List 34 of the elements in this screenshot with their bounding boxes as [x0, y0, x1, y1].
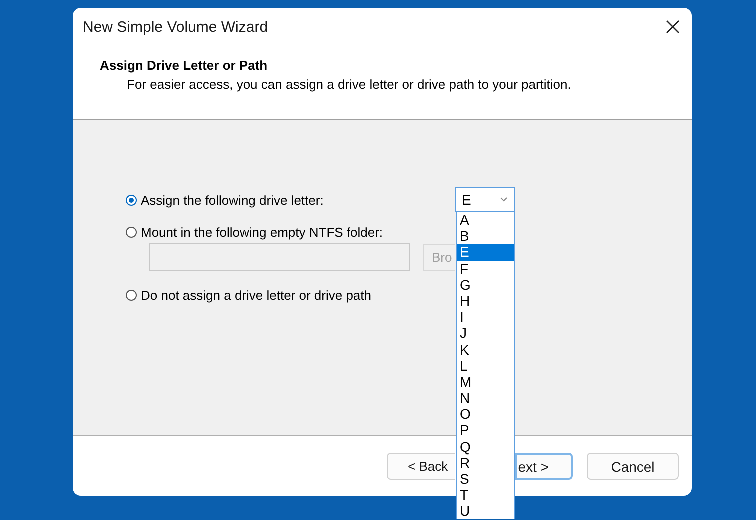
drive-letter-option[interactable]: G [457, 276, 514, 293]
drive-letter-option[interactable]: B [457, 228, 514, 244]
window-title: New Simple Volume Wizard [83, 18, 268, 36]
drive-letter-option[interactable]: O [457, 406, 514, 422]
drive-letter-option[interactable]: I [457, 309, 514, 326]
page-title: Assign Drive Letter or Path [100, 58, 269, 73]
radio-label: Do not assign a drive letter or drive path [141, 288, 372, 302]
drive-letter-option[interactable]: E [457, 244, 514, 261]
drive-letter-option[interactable]: K [457, 342, 514, 358]
drive-letter-dropdown[interactable]: E [455, 187, 515, 212]
drive-letter-option[interactable]: J [457, 325, 514, 342]
drive-letter-option[interactable]: A [457, 212, 514, 228]
drive-letter-option[interactable]: S [457, 471, 514, 488]
chevron-down-icon [500, 197, 508, 202]
drive-letter-option[interactable]: U [457, 503, 514, 519]
cancel-button[interactable]: Cancel [587, 453, 679, 480]
drive-letter-option[interactable]: N [457, 390, 514, 406]
drive-letter-option[interactable]: Q [457, 438, 514, 455]
radio-button[interactable] [126, 195, 137, 206]
drive-letter-option[interactable]: F [457, 260, 514, 277]
back-button[interactable]: < Back [387, 453, 455, 480]
next-button[interactable]: ext > [515, 453, 573, 480]
drive-letter-option[interactable]: L [457, 358, 514, 374]
radio-label: Assign the following drive letter: [141, 193, 324, 208]
drive-letter-option[interactable]: R [457, 454, 514, 471]
drive-letter-option[interactable]: P [457, 422, 514, 439]
page-description: For easier access, you can assign a drive letter or drive path to your partition. [126, 77, 572, 92]
drive-letter-option[interactable]: M [457, 374, 514, 390]
drive-letter-option[interactable]: T [457, 487, 514, 504]
radio-button[interactable] [126, 290, 137, 300]
radio-button[interactable] [126, 226, 137, 238]
drive-letter-option[interactable]: H [457, 292, 514, 310]
close-icon[interactable] [666, 20, 680, 34]
radio-label: Mount in the following empty NTFS folder: [141, 224, 384, 240]
